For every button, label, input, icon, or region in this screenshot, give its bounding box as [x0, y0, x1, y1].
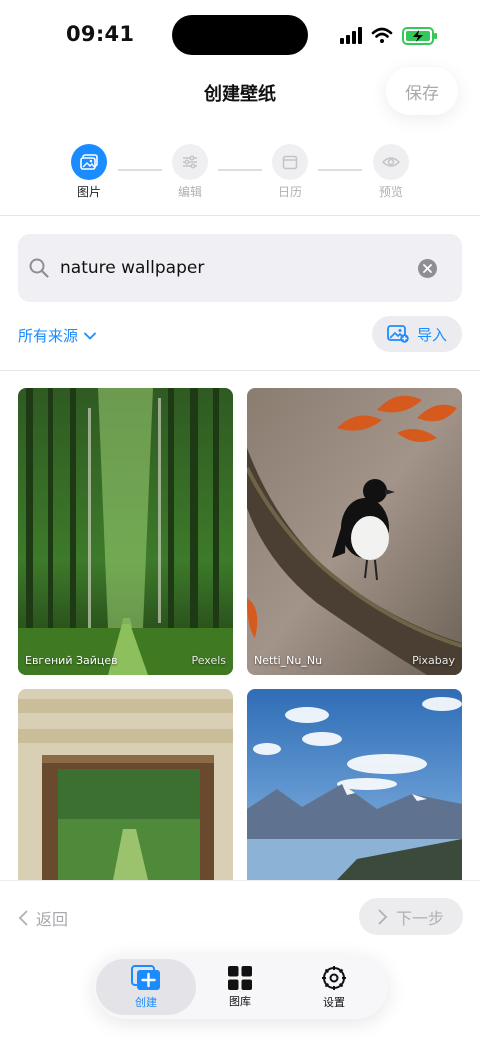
battery-charging-icon [402, 27, 437, 45]
next-label: 下一步 [395, 908, 444, 928]
tab-create[interactable]: 创建 [96, 959, 196, 1015]
chevron-right-icon [378, 909, 388, 924]
photo-author: Netti_Nu_Nu [254, 654, 323, 667]
photo-source: Pixabay [412, 654, 455, 667]
photo-author: Евгений Зайцев [25, 654, 118, 667]
wifi-icon [371, 27, 393, 43]
next-step-button[interactable]: 下一步 [359, 898, 463, 935]
create-icon [131, 964, 160, 990]
photo-source: Pexels [191, 654, 226, 667]
tab-create-label: 创建 [135, 995, 157, 1009]
import-label: 导入 [416, 325, 447, 344]
step-connector [318, 169, 362, 171]
cellular-signal-icon [340, 27, 362, 44]
image-icon [80, 154, 98, 170]
step-edit[interactable] [172, 144, 208, 180]
source-dropdown[interactable]: 所有来源 [18, 325, 96, 346]
status-time: 09:41 [66, 22, 135, 46]
back-label: 返回 [36, 910, 69, 929]
back-button[interactable]: 返回 [18, 906, 68, 930]
step-label-calendar: 日历 [277, 185, 302, 199]
tab-settings-label: 设置 [323, 995, 345, 1009]
search-input[interactable]: nature wallpaper [60, 258, 204, 278]
settings-gear-icon [322, 965, 346, 990]
step-image[interactable] [71, 144, 107, 180]
import-button[interactable]: 导入 [372, 316, 462, 352]
search-icon [29, 258, 49, 278]
step-label-image: 图片 [76, 185, 101, 199]
divider [0, 215, 480, 216]
mountain-lake-photo [247, 689, 462, 880]
magpie-photo [247, 388, 462, 675]
wallpaper-result-card[interactable]: Netti_Nu_Nu Pixabay [247, 388, 462, 675]
wallpaper-result-card[interactable]: Евгений Зайцев Pexels [18, 388, 233, 675]
step-label-edit: 编辑 [177, 185, 202, 199]
wallpaper-result-card[interactable] [247, 689, 462, 880]
chevron-left-icon [18, 910, 28, 926]
tab-settings[interactable]: 设置 [284, 959, 384, 1015]
clear-search-button[interactable] [418, 259, 437, 278]
tab-gallery-label: 图库 [229, 994, 251, 1008]
sliders-icon [183, 155, 197, 169]
wallpaper-result-card[interactable] [18, 689, 233, 880]
doorway-photo [18, 689, 233, 880]
eye-icon [382, 157, 400, 167]
step-calendar[interactable] [272, 144, 308, 180]
source-label: 所有来源 [18, 327, 79, 345]
calendar-icon [282, 155, 298, 170]
divider [0, 370, 480, 371]
chevron-down-icon [84, 332, 96, 340]
step-connector [218, 169, 262, 171]
tab-gallery[interactable]: 图库 [190, 959, 290, 1015]
step-preview[interactable] [373, 144, 409, 180]
close-icon [423, 264, 432, 273]
status-icons [340, 26, 440, 46]
step-connector [118, 169, 162, 171]
step-label-preview: 预览 [378, 185, 403, 199]
save-button[interactable]: 保存 [386, 67, 458, 115]
image-add-icon [387, 325, 409, 343]
dynamic-island [172, 15, 308, 55]
forest-path-photo [18, 388, 233, 675]
gallery-grid-icon [228, 965, 252, 990]
